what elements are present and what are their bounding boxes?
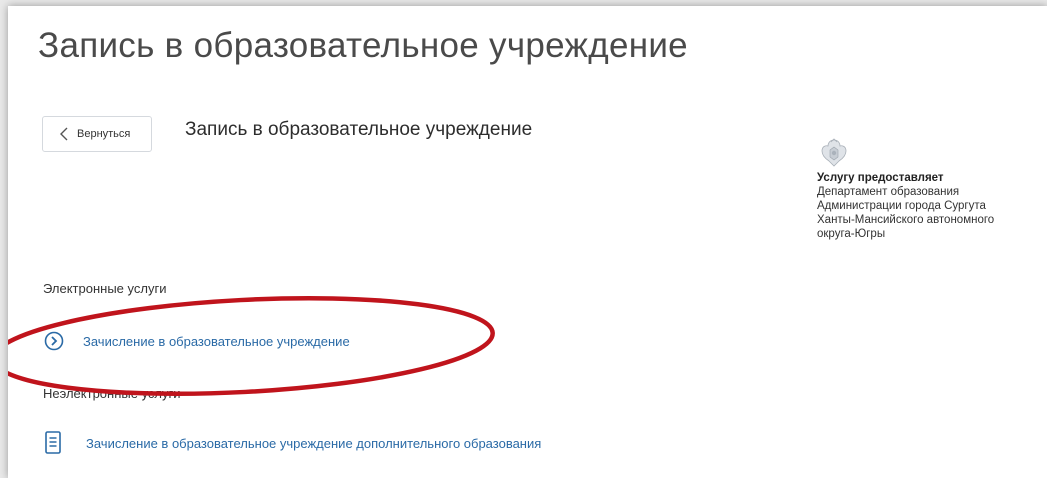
non-electronic-service-link[interactable]: Зачисление в образовательное учреждение …	[43, 430, 541, 456]
coat-of-arms-icon	[821, 138, 847, 167]
non-electronic-services-heading: Неэлектронные услуги	[43, 386, 181, 401]
chevron-left-icon	[60, 127, 68, 141]
page-frame: Запись в образовательное учреждение Верн…	[8, 6, 1047, 478]
back-button-label: Вернуться	[77, 128, 131, 140]
electronic-service-label: Зачисление в образовательное учреждение	[83, 333, 350, 349]
back-button[interactable]: Вернуться	[42, 116, 152, 152]
provider-line: Департамент образования	[817, 186, 960, 198]
chevron-circle-icon	[44, 331, 64, 351]
document-icon	[45, 431, 61, 454]
page-title: Запись в образовательное учреждение	[38, 26, 688, 65]
electronic-services-heading: Электронные услуги	[43, 281, 167, 296]
non-electronic-service-label: Зачисление в образовательное учреждение …	[86, 435, 542, 451]
provider-line: Администрации города Сургута	[817, 200, 986, 212]
provider-line: Ханты-Мансийского автономного	[817, 214, 995, 226]
provider-line: округа-Югры	[817, 228, 886, 240]
service-title: Запись в образовательное учреждение	[185, 119, 533, 140]
provider-block: Услугу предоставляет Департамент образов…	[817, 137, 1047, 241]
provider-heading: Услугу предоставляет	[817, 172, 944, 184]
electronic-service-link[interactable]: Зачисление в образовательное учреждение	[43, 328, 350, 354]
